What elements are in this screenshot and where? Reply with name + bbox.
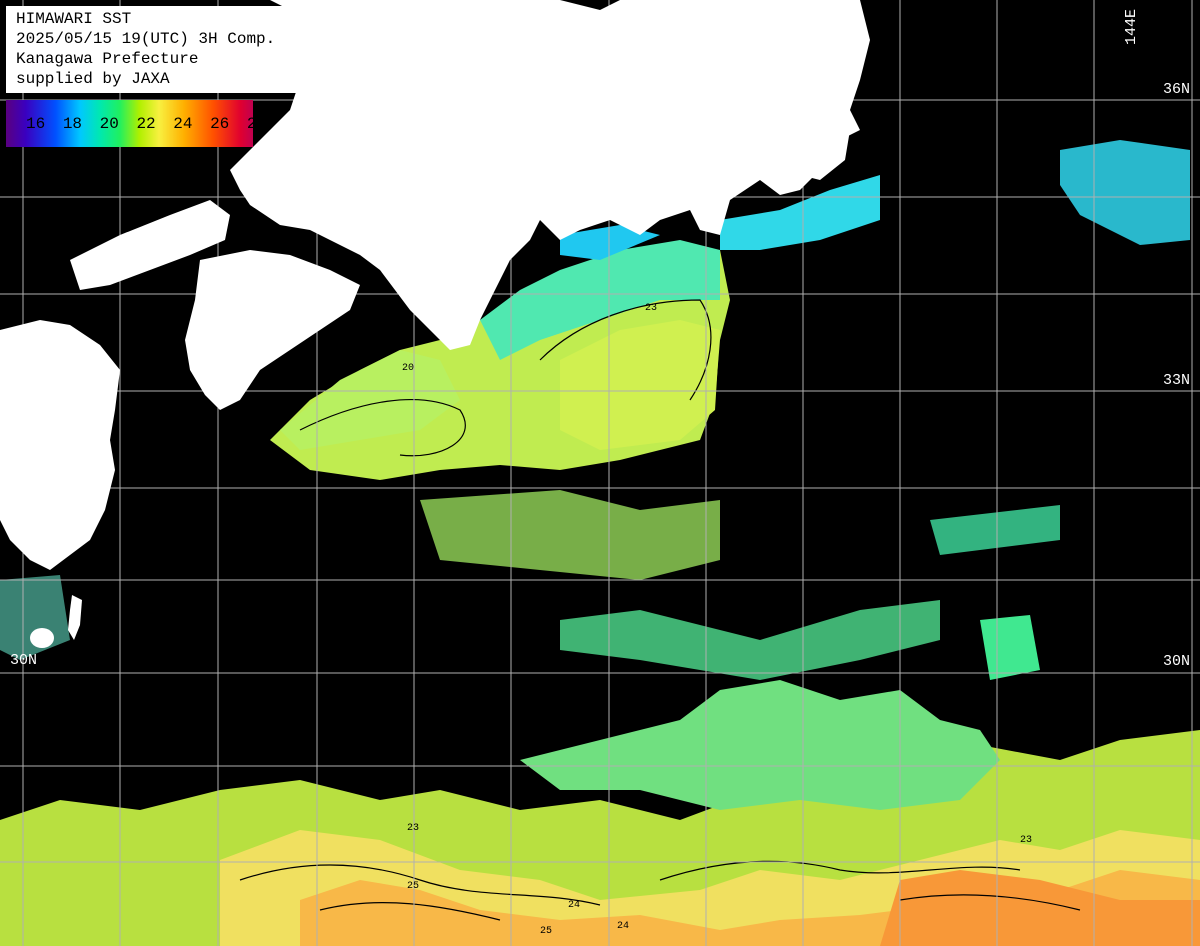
datetime-line: 2025/05/15 19(UTC) 3H Comp. [16, 30, 276, 48]
contour-label: 23 [407, 823, 419, 834]
map-info-box: HIMAWARI SST 2025/05/15 19(UTC) 3H Comp.… [6, 6, 351, 93]
lat-label-33n: 33N [1163, 372, 1191, 389]
colorbar-tick: 26 [210, 115, 230, 133]
contour-label: 20 [402, 363, 414, 374]
colorbar-tick: 20 [99, 115, 119, 133]
lat-label-36n: 36N [1163, 81, 1191, 98]
colorbar-labels: 16 18 20 22 24 26 28 [26, 115, 274, 133]
lat-label-30n: 30N [1163, 653, 1191, 670]
lon-label-136e: 136E [481, 8, 498, 45]
contour-label: 24 [617, 921, 629, 932]
left-lat-label-30n: 30N [10, 652, 38, 669]
title-line: HIMAWARI SST [16, 10, 132, 28]
region-line: Kanagawa Prefecture [16, 50, 199, 68]
lon-label-144e: 144E [1123, 8, 1140, 45]
contour-label: 23 [645, 303, 657, 314]
left-lat-label-33: 33 [10, 372, 29, 389]
contour-label: 25 [407, 881, 419, 892]
colorbar-tick: 18 [62, 115, 83, 133]
colorbar-tick: 28 [246, 115, 267, 133]
colorbar-tick: 16 [26, 115, 46, 133]
contour-label: 24 [568, 900, 580, 911]
temperature-colorbar: 16 18 20 22 24 26 28 [6, 100, 266, 147]
colorbar-tick: 22 [136, 115, 156, 133]
contour-label: 23 [1020, 835, 1032, 846]
credit-line: supplied by JAXA [16, 70, 170, 88]
contour-label: 25 [540, 926, 552, 937]
colorbar-tick: 24 [173, 115, 193, 133]
